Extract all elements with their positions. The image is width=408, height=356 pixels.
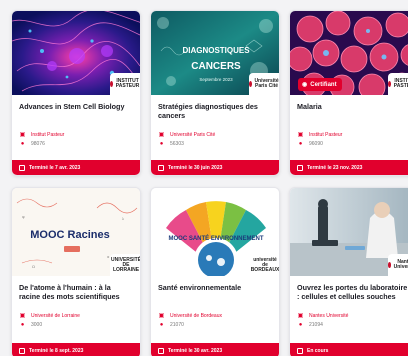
course-title[interactable]: De l'atome à l'humain : à la racine des …	[19, 283, 133, 313]
institution-logo: INSTITUT PASTEUR	[110, 73, 140, 95]
course-org: ▣ Université de Bordeaux	[158, 313, 272, 319]
users-icon: ●	[298, 141, 303, 147]
university-icon: ▣	[19, 132, 26, 138]
course-enrollments: ● 21094	[297, 322, 408, 328]
institution-logo: Université Paris Cité	[249, 73, 279, 95]
course-org: ▣ Université de Lorraine	[19, 313, 133, 319]
org-name[interactable]: Institut Pasteur	[309, 132, 342, 138]
course-status: Terminé le 23 nov. 2023	[307, 164, 363, 171]
thumb-text-line3: Septembre 2023	[199, 77, 233, 82]
calendar-icon	[19, 347, 25, 354]
certified-badge: ◉ Certifiant	[298, 78, 342, 91]
course-status-bar: Terminé le 8 sept. 2023	[12, 343, 140, 356]
users-icon: ●	[20, 141, 25, 147]
course-card-malaria[interactable]: ◉ Certifiant INSTITUT PASTEUR Malaria ▣ …	[289, 10, 408, 176]
svg-text:Ω: Ω	[32, 264, 35, 269]
course-thumbnail: φ λ Ω α MOOC Racines UNIVERSITÉ DE LORRA…	[12, 188, 140, 276]
course-status: Terminé le 8 sept. 2023	[29, 347, 84, 354]
enrollment-count: 56303	[170, 141, 184, 147]
course-enrollments: ● 21070	[158, 322, 272, 328]
course-status: Terminé le 30 juin 2023	[168, 164, 223, 171]
enrollment-count: 96090	[309, 141, 323, 147]
org-name[interactable]: Institut Pasteur	[31, 132, 64, 138]
users-icon: ●	[20, 322, 25, 328]
course-enrollments: ● 98076	[19, 141, 133, 147]
university-icon: ▣	[19, 313, 26, 319]
course-thumbnail: INSTITUT PASTEUR	[12, 11, 140, 95]
svg-text:λ: λ	[122, 216, 124, 221]
course-enrollments: ● 56303	[158, 141, 272, 147]
course-thumbnail: Nantes Université	[290, 188, 408, 276]
university-icon: ▣	[297, 132, 304, 138]
thumb-text: MOOC SANTÉ ENVIRONNEMENT	[168, 234, 263, 242]
institution-logo: Nantes Université	[388, 254, 408, 276]
svg-text:φ: φ	[22, 214, 25, 219]
course-status-bar: Terminé le 30 avr. 2023	[151, 343, 279, 356]
course-title[interactable]: Advances in Stem Cell Biology	[19, 102, 133, 132]
certificate-icon: ◉	[302, 82, 308, 88]
thumb-text: MOOC Racines	[30, 229, 109, 241]
users-icon: ●	[298, 322, 303, 328]
course-status: Terminé le 30 avr. 2023	[168, 347, 223, 354]
course-thumbnail: DIAGNOSTIQUES CANCERS Septembre 2023 Uni…	[151, 11, 279, 95]
course-title[interactable]: Malaria	[297, 102, 408, 132]
course-status: Terminé le 7 avr. 2023	[29, 164, 81, 171]
course-title[interactable]: Stratégies diagnostiques des cancers	[158, 102, 272, 132]
course-status-bar: Terminé le 30 juin 2023	[151, 160, 279, 175]
enrollment-count: 21094	[309, 322, 323, 328]
org-name[interactable]: Université Paris Cité	[170, 132, 215, 138]
course-card-laboratoire[interactable]: Nantes Université Ouvrez les portes du l…	[289, 187, 408, 356]
university-icon: ▣	[158, 132, 165, 138]
course-card-sante-environnementale[interactable]: MOOC SANTÉ ENVIRONNEMENT université de B…	[150, 187, 280, 356]
course-thumbnail: ◉ Certifiant INSTITUT PASTEUR	[290, 11, 408, 95]
course-enrollments: ● 3000	[19, 322, 133, 328]
course-title[interactable]: Santé environnementale	[158, 283, 272, 313]
course-card-stem-cell[interactable]: INSTITUT PASTEUR Advances in Stem Cell B…	[11, 10, 141, 176]
course-status-bar: Terminé le 7 avr. 2023	[12, 160, 140, 175]
enrollment-count: 21070	[170, 322, 184, 328]
users-icon: ●	[159, 141, 164, 147]
enrollment-count: 3000	[31, 322, 43, 328]
course-card-mooc-racines[interactable]: φ λ Ω α MOOC Racines UNIVERSITÉ DE LORRA…	[11, 187, 141, 356]
calendar-icon	[158, 347, 164, 354]
course-status-bar: Terminé le 23 nov. 2023	[290, 160, 408, 175]
course-status-bar: En cours	[290, 343, 408, 356]
course-org: ▣ Nantes Université	[297, 313, 408, 319]
course-status: En cours	[307, 347, 329, 354]
course-org: ▣ Université Paris Cité	[158, 132, 272, 138]
org-name[interactable]: Université de Bordeaux	[170, 313, 222, 319]
org-name[interactable]: Nantes Université	[309, 313, 348, 319]
course-enrollments: ● 96090	[297, 141, 408, 147]
thumb-text-line1: DIAGNOSTIQUES	[182, 46, 250, 55]
users-icon: ●	[159, 322, 164, 328]
institution-logo: UNIVERSITÉ DE LORRAINE	[110, 254, 140, 276]
university-icon: ▣	[158, 313, 165, 319]
calendar-icon	[19, 164, 25, 171]
logo-mark-icon	[110, 81, 114, 87]
course-card-cancer-diagnostics[interactable]: DIAGNOSTIQUES CANCERS Septembre 2023 Uni…	[150, 10, 280, 176]
course-thumbnail: MOOC SANTÉ ENVIRONNEMENT université de B…	[151, 188, 279, 276]
logo-mark-icon	[388, 81, 392, 87]
enrollment-count: 98076	[31, 141, 45, 147]
logo-mark-icon	[388, 262, 392, 268]
calendar-icon	[297, 164, 303, 171]
course-title[interactable]: Ouvrez les portes du laboratoire : cellu…	[297, 283, 408, 313]
thumb-text-line2: CANCERS	[191, 61, 241, 72]
calendar-icon	[158, 164, 164, 171]
institution-logo: INSTITUT PASTEUR	[388, 73, 408, 95]
university-icon: ▣	[297, 313, 304, 319]
logo-mark-icon	[249, 81, 253, 87]
course-org: ▣ Institut Pasteur	[19, 132, 133, 138]
course-org: ▣ Institut Pasteur	[297, 132, 408, 138]
calendar-icon	[297, 347, 303, 354]
org-name[interactable]: Université de Lorraine	[31, 313, 80, 319]
course-grid: INSTITUT PASTEUR Advances in Stem Cell B…	[11, 10, 408, 356]
institution-logo: université de BORDEAUX	[249, 254, 279, 276]
course-catalog: INSTITUT PASTEUR Advances in Stem Cell B…	[0, 0, 408, 356]
